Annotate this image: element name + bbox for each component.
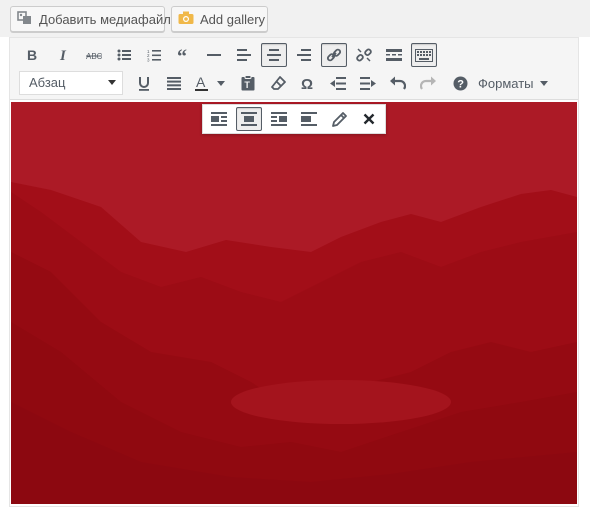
- link-icon: [326, 47, 342, 63]
- toolbar-row-1: B I ABC 123 “: [15, 41, 575, 69]
- numbered-list-icon: 123: [147, 49, 161, 62]
- justify-button[interactable]: [161, 71, 187, 95]
- caret-down-icon: [539, 80, 548, 86]
- align-left-icon: [237, 49, 251, 61]
- bulleted-list-icon: [117, 49, 131, 61]
- horizontal-line-icon: [207, 49, 221, 61]
- image-align-center-button[interactable]: [236, 107, 262, 131]
- edit-image-icon: [331, 111, 347, 127]
- read-more-icon: [386, 49, 402, 61]
- help-icon: ?: [453, 76, 468, 91]
- image-align-right-button[interactable]: [266, 107, 292, 131]
- unlink-button[interactable]: [351, 43, 377, 67]
- toolbar-row-2: Абзац A T Ω ? Форматы: [15, 69, 575, 97]
- toolbar-toggle-icon: [415, 48, 433, 62]
- indent-icon: [360, 76, 376, 90]
- clear-formatting-icon: [270, 75, 286, 91]
- select-arrow-icon: [108, 80, 116, 85]
- undo-icon: [390, 76, 406, 91]
- image-align-left-icon: [211, 112, 227, 126]
- camera-icon: [178, 11, 194, 28]
- visual-editor: B I ABC 123 “ Абзац A T Ω ? Форматы: [9, 37, 579, 507]
- justify-icon: [167, 76, 181, 90]
- outdent-button[interactable]: [325, 71, 351, 95]
- bold-button[interactable]: B: [19, 43, 45, 67]
- align-center-button[interactable]: [261, 43, 287, 67]
- strikethrough-button[interactable]: ABC: [81, 43, 107, 67]
- undo-button[interactable]: [385, 71, 411, 95]
- svg-text:3: 3: [147, 57, 150, 62]
- mountain-lake-image: [11, 102, 577, 504]
- svg-text:T: T: [244, 80, 250, 90]
- selected-image[interactable]: [11, 102, 577, 504]
- bulleted-list-button[interactable]: [111, 43, 137, 67]
- underline-icon: [138, 76, 150, 91]
- formats-menu-label: Форматы: [478, 75, 534, 91]
- horizontal-line-button[interactable]: [201, 43, 227, 67]
- text-color-icon: A: [195, 75, 225, 91]
- image-align-none-button[interactable]: [296, 107, 322, 131]
- clear-formatting-button[interactable]: [265, 71, 291, 95]
- numbered-list-button[interactable]: 123: [141, 43, 167, 67]
- image-align-center-icon: [241, 112, 257, 126]
- align-right-button[interactable]: [291, 43, 317, 67]
- remove-image-icon: [363, 113, 375, 125]
- formats-menu-button[interactable]: Форматы: [478, 71, 548, 95]
- text-color-button[interactable]: A: [191, 71, 229, 95]
- image-align-right-icon: [271, 112, 287, 126]
- toolbar-toggle-button[interactable]: [411, 43, 437, 67]
- insert-link-button[interactable]: [321, 43, 347, 67]
- editor-content[interactable]: [10, 100, 578, 506]
- remove-image-button[interactable]: [356, 107, 382, 131]
- italic-icon: I: [58, 48, 70, 62]
- redo-icon: [420, 76, 436, 91]
- unlink-icon: [356, 47, 372, 63]
- add-media-button[interactable]: Добавить медиафайл: [10, 6, 171, 32]
- special-character-icon: Ω: [301, 76, 315, 90]
- image-align-left-button[interactable]: [206, 107, 232, 131]
- add-gallery-button[interactable]: Add gallery: [171, 6, 268, 32]
- add-media-icon: [17, 10, 33, 29]
- media-buttons-bar: Добавить медиафайл Add gallery: [0, 0, 590, 37]
- indent-button[interactable]: [355, 71, 381, 95]
- add-media-label: Добавить медиафайл: [39, 11, 171, 27]
- paragraph-format-select[interactable]: Абзац: [19, 71, 123, 95]
- svg-text:I: I: [59, 48, 67, 62]
- svg-text:B: B: [27, 48, 37, 62]
- image-inline-toolbar: [202, 104, 386, 134]
- strikethrough-icon: ABC: [86, 49, 102, 61]
- add-gallery-label: Add gallery: [200, 11, 266, 27]
- svg-text:?: ?: [457, 78, 464, 90]
- bold-icon: B: [26, 48, 38, 62]
- blockquote-button[interactable]: “: [171, 43, 197, 67]
- svg-text:Ω: Ω: [301, 76, 313, 90]
- blockquote-icon: “: [177, 49, 191, 61]
- paste-text-button[interactable]: T: [235, 71, 261, 95]
- read-more-button[interactable]: [381, 43, 407, 67]
- underline-button[interactable]: [131, 71, 157, 95]
- svg-text:A: A: [196, 75, 206, 90]
- special-character-button[interactable]: Ω: [295, 71, 321, 95]
- editor-toolbar: B I ABC 123 “ Абзац A T Ω ? Форматы: [10, 38, 578, 100]
- paragraph-format-value: Абзац: [29, 75, 66, 90]
- align-center-icon: [267, 49, 281, 61]
- svg-text:“: “: [177, 49, 187, 61]
- help-button[interactable]: ?: [447, 71, 473, 95]
- paste-text-icon: T: [241, 75, 255, 91]
- align-left-button[interactable]: [231, 43, 257, 67]
- image-align-none-icon: [301, 112, 317, 126]
- align-right-icon: [297, 49, 311, 61]
- redo-button[interactable]: [415, 71, 441, 95]
- outdent-icon: [330, 76, 346, 90]
- italic-button[interactable]: I: [51, 43, 77, 67]
- edit-image-button[interactable]: [326, 107, 352, 131]
